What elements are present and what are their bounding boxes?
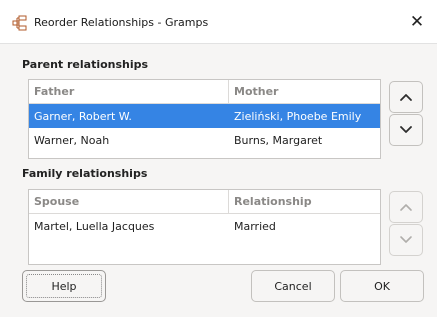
- column-header-relationship[interactable]: Relationship: [229, 190, 380, 213]
- mother-cell: Burns, Margaret: [234, 133, 323, 147]
- table-row[interactable]: Warner, Noah Burns, Margaret: [29, 128, 380, 152]
- mother-cell: Zieliński, Phoebe Emily: [234, 109, 362, 123]
- spouse-cell: Martel, Luella Jacques: [34, 219, 155, 233]
- father-cell: Garner, Robert W.: [34, 109, 132, 123]
- family-table-header: Spouse Relationship: [29, 190, 380, 214]
- column-header-father[interactable]: Father: [29, 80, 229, 103]
- title-bar: Reorder Relationships - Gramps ✕: [0, 0, 437, 44]
- table-row[interactable]: Garner, Robert W. Zieliński, Phoebe Emil…: [29, 104, 380, 128]
- father-cell: Warner, Noah: [34, 133, 110, 147]
- cancel-button-label: Cancel: [274, 279, 312, 293]
- cancel-button[interactable]: Cancel: [251, 270, 335, 302]
- chevron-down-icon: [400, 236, 412, 243]
- ok-button[interactable]: OK: [340, 270, 424, 302]
- move-family-down-button[interactable]: [389, 224, 423, 256]
- chevron-up-icon: [400, 204, 412, 211]
- move-parent-up-button[interactable]: [389, 81, 423, 113]
- parent-table-header: Father Mother: [29, 80, 380, 104]
- close-button[interactable]: ✕: [397, 4, 437, 40]
- window-title: Reorder Relationships - Gramps: [34, 16, 209, 29]
- move-parent-down-button[interactable]: [389, 114, 423, 146]
- table-row[interactable]: Martel, Luella Jacques Married: [29, 214, 380, 238]
- family-relationships-table: Spouse Relationship Martel, Luella Jacqu…: [28, 189, 381, 265]
- column-header-mother[interactable]: Mother: [229, 80, 380, 103]
- column-header-spouse[interactable]: Spouse: [29, 190, 229, 213]
- move-family-up-button[interactable]: [389, 191, 423, 223]
- ok-button-label: OK: [374, 279, 390, 293]
- chevron-up-icon: [400, 94, 412, 101]
- gramps-app-icon: [12, 15, 27, 31]
- family-relationships-label: Family relationships: [22, 167, 148, 180]
- help-button-label: Help: [51, 279, 77, 293]
- relationship-cell: Married: [234, 219, 276, 233]
- chevron-down-icon: [400, 126, 412, 133]
- parent-relationships-table: Father Mother Garner, Robert W. Zielińsk…: [28, 79, 381, 159]
- parent-relationships-label: Parent relationships: [22, 58, 149, 71]
- close-icon: ✕: [409, 12, 425, 32]
- help-button[interactable]: Help: [22, 270, 106, 302]
